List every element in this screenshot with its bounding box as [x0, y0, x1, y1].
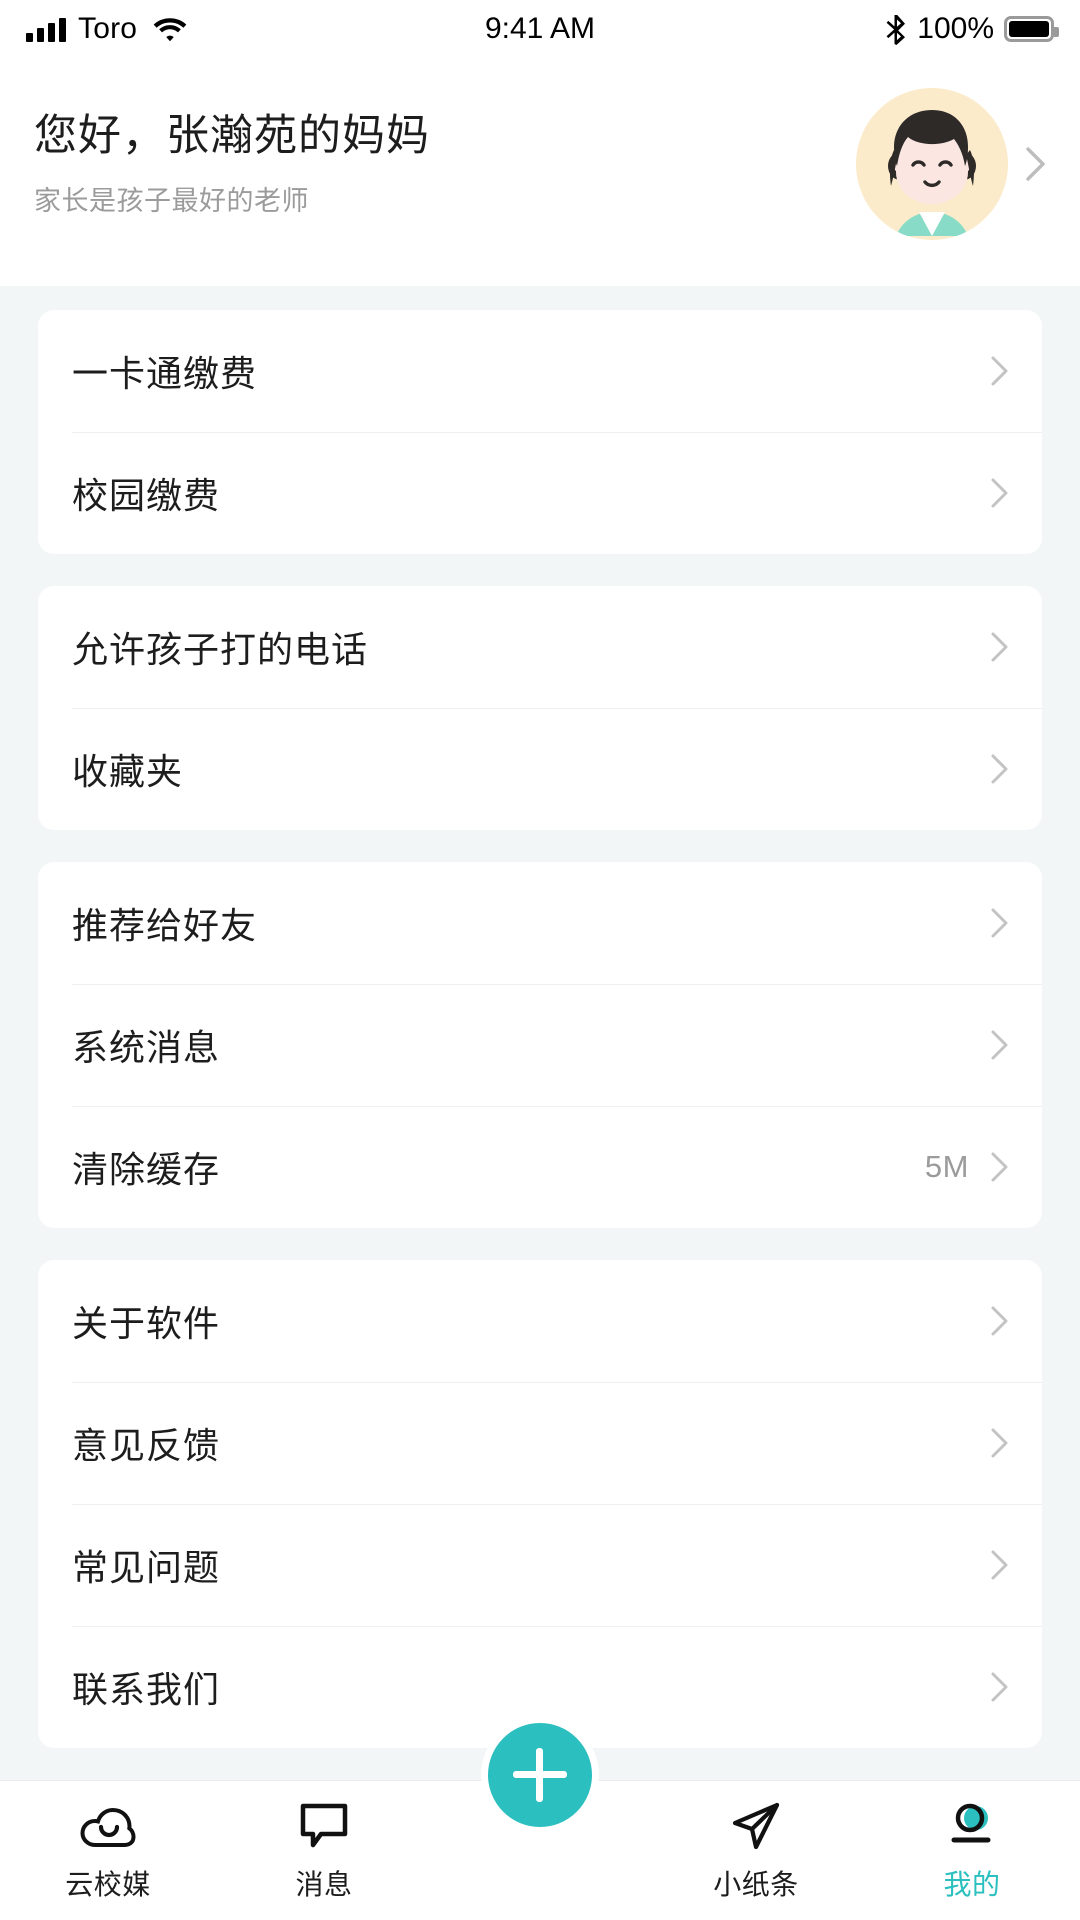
- tab-notes[interactable]: 小纸条: [648, 1781, 864, 1903]
- settings-group-child: 允许孩子打的电话 收藏夹: [38, 586, 1042, 830]
- battery-percent-label: 100%: [917, 12, 994, 45]
- row-label: 推荐给好友: [72, 905, 258, 946]
- status-bar-left: Toro: [26, 12, 187, 46]
- avatar[interactable]: [856, 88, 1008, 240]
- settings-row-feedback[interactable]: 意见反馈: [38, 1382, 1042, 1504]
- plus-icon: [513, 1748, 567, 1802]
- row-label: 一卡通缴费: [72, 353, 258, 394]
- speech-bubble-icon: [299, 1799, 349, 1853]
- battery-icon: [1004, 16, 1059, 42]
- settings-group-support: 关于软件 意见反馈 常见问题 联系我们: [38, 1260, 1042, 1748]
- signal-icon: [26, 16, 66, 42]
- chevron-right-icon: [991, 1152, 1008, 1182]
- chevron-right-icon: [991, 1306, 1008, 1336]
- chevron-right-icon: [991, 1428, 1008, 1458]
- row-label: 校园缴费: [72, 475, 221, 516]
- paper-plane-icon: [730, 1799, 782, 1853]
- row-label: 允许孩子打的电话: [72, 629, 369, 670]
- settings-list: 一卡通缴费 校园缴费 允许孩子打的电话 收藏夹 推荐给好友 系统消息 清除缓存 …: [0, 286, 1080, 1748]
- tab-label: 云校媒: [65, 1869, 151, 1900]
- status-bar-right: 100%: [885, 12, 1059, 46]
- chevron-right-icon: [991, 908, 1008, 938]
- carrier-label: Toro: [78, 12, 138, 45]
- settings-group-payment: 一卡通缴费 校园缴费: [38, 310, 1042, 554]
- settings-row-recommend[interactable]: 推荐给好友: [38, 862, 1042, 984]
- chevron-right-icon: [991, 1030, 1008, 1060]
- settings-row-favorites[interactable]: 收藏夹: [38, 708, 1042, 830]
- tab-label: 我的: [943, 1869, 1001, 1900]
- row-label: 关于软件: [72, 1303, 221, 1344]
- settings-row-card-payment[interactable]: 一卡通缴费: [38, 310, 1042, 432]
- greeting-block: 您好，张瀚苑的妈妈 家长是孩子最好的老师: [34, 110, 856, 219]
- avatar-area[interactable]: [856, 88, 1046, 240]
- row-label: 收藏夹: [72, 751, 184, 792]
- chevron-right-icon: [991, 632, 1008, 662]
- page-subtitle: 家长是孩子最好的老师: [34, 186, 309, 217]
- profile-icon: [946, 1799, 998, 1853]
- row-label: 系统消息: [72, 1027, 221, 1068]
- chevron-right-icon: [991, 1550, 1008, 1580]
- bluetooth-icon: [885, 14, 907, 45]
- page-title: 您好，张瀚苑的妈妈: [34, 111, 430, 160]
- tab-mine[interactable]: 我的: [864, 1781, 1080, 1903]
- tab-label: 小纸条: [713, 1869, 799, 1900]
- chevron-right-icon: [991, 754, 1008, 784]
- row-label: 联系我们: [72, 1669, 221, 1710]
- settings-group-general: 推荐给好友 系统消息 清除缓存 5M: [38, 862, 1042, 1228]
- chevron-right-icon: [991, 1672, 1008, 1702]
- chevron-right-icon: [1026, 147, 1046, 181]
- settings-row-about[interactable]: 关于软件: [38, 1260, 1042, 1382]
- settings-row-faq[interactable]: 常见问题: [38, 1504, 1042, 1626]
- profile-header[interactable]: 您好，张瀚苑的妈妈 家长是孩子最好的老师: [0, 58, 1080, 286]
- row-label: 意见反馈: [72, 1425, 221, 1466]
- settings-row-clear-cache[interactable]: 清除缓存 5M: [38, 1106, 1042, 1228]
- cache-size-value: 5M: [924, 1149, 969, 1184]
- chevron-right-icon: [991, 478, 1008, 508]
- tab-label: 消息: [295, 1869, 353, 1900]
- tab-messages[interactable]: 消息: [216, 1781, 432, 1903]
- add-button[interactable]: [481, 1716, 599, 1834]
- settings-row-system-messages[interactable]: 系统消息: [38, 984, 1042, 1106]
- wifi-icon: [153, 16, 187, 42]
- app-screen: Toro 9:41 AM 100% 您好，张瀚苑的妈妈 家长是孩子最好的老师 一…: [0, 0, 1080, 1920]
- status-bar: Toro 9:41 AM 100%: [0, 0, 1080, 58]
- cloud-smile-icon: [80, 1799, 136, 1853]
- tab-cloud-media[interactable]: 云校媒: [0, 1781, 216, 1903]
- row-label: 清除缓存: [72, 1149, 221, 1190]
- chevron-right-icon: [991, 356, 1008, 386]
- settings-row-allowed-calls[interactable]: 允许孩子打的电话: [38, 586, 1042, 708]
- settings-row-campus-payment[interactable]: 校园缴费: [38, 432, 1042, 554]
- row-label: 常见问题: [72, 1547, 221, 1588]
